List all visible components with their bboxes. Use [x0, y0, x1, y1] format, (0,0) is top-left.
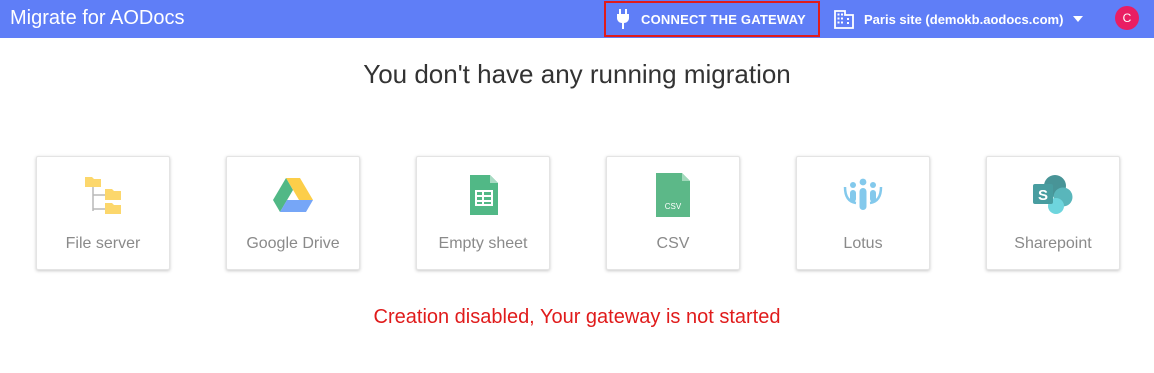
source-card-empty-sheet[interactable]: Empty sheet: [416, 156, 550, 270]
source-card-google-drive[interactable]: Google Drive: [226, 156, 360, 270]
plug-icon: [617, 9, 629, 29]
source-card-label: Empty sheet: [438, 235, 528, 252]
source-card-label: Lotus: [843, 235, 883, 252]
source-card-label: File server: [65, 235, 141, 252]
source-card-label: Sharepoint: [1014, 235, 1092, 252]
source-card-file-server[interactable]: File server: [36, 156, 170, 270]
folder-tree-icon: [85, 177, 121, 214]
source-card-sharepoint[interactable]: S Sharepoint: [986, 156, 1120, 270]
site-selector-label: Paris site (demokb.aodocs.com): [864, 11, 1064, 27]
source-card-label: CSV: [656, 235, 690, 252]
site-selector[interactable]: Paris site (demokb.aodocs.com): [834, 7, 1084, 31]
lotus-icon: [843, 178, 883, 210]
app-title: Migrate for AODocs: [10, 7, 185, 29]
error-message: Creation disabled, Your gateway is not s…: [373, 306, 781, 328]
source-card-label: Google Drive: [246, 235, 340, 252]
source-card-csv[interactable]: CSV CSV: [606, 156, 740, 270]
source-card-lotus[interactable]: Lotus: [796, 156, 930, 270]
page: Migrate for AODocs CONNECT THE GATEWAY P…: [0, 0, 1154, 373]
sharepoint-icon-letter: S: [1038, 187, 1048, 204]
connect-gateway-label: CONNECT THE GATEWAY: [641, 11, 806, 27]
connect-gateway-button[interactable]: CONNECT THE GATEWAY: [604, 1, 820, 37]
building-icon: [834, 10, 854, 29]
csv-file-icon: CSV: [656, 173, 690, 217]
user-avatar[interactable]: C: [1115, 6, 1139, 30]
google-drive-icon: [273, 178, 313, 212]
migration-source-list: File server Google Drive Empty sheet CSV…: [36, 156, 1126, 270]
page-title: You don't have any running migration: [363, 59, 791, 89]
sharepoint-icon: S: [1033, 175, 1073, 214]
chevron-down-icon: [1073, 16, 1084, 22]
csv-icon-text: CSV: [665, 202, 682, 211]
spreadsheet-icon: [470, 175, 498, 215]
top-app-bar: Migrate for AODocs CONNECT THE GATEWAY P…: [0, 0, 1154, 38]
